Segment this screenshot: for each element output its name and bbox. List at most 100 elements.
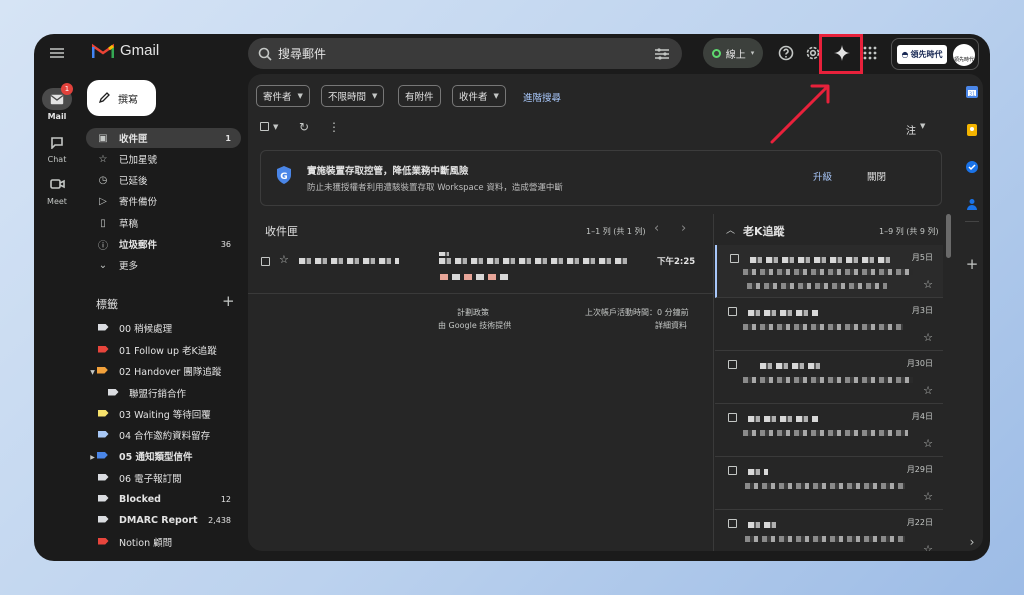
list-item[interactable]: 月3日 ☆ [715,298,943,351]
avatar[interactable]: 領先時代 [953,44,975,66]
program-policy-link[interactable]: 計劃政策 [457,307,489,318]
list-item[interactable]: 月22日 ☆ [715,510,943,551]
folder-count: 36 [220,239,231,249]
checkbox-icon[interactable] [730,254,739,263]
main-menu-icon[interactable] [46,44,68,62]
filter-chip-time[interactable]: 不限時間 ▼ [321,85,385,107]
rail-meet[interactable]: Meet [40,173,74,206]
input-tools-toggle[interactable]: 注 ▼ [906,122,925,137]
prev-page-icon[interactable]: ‹ [654,221,659,236]
tasks-icon[interactable] [962,157,982,177]
search-icon[interactable] [258,47,272,61]
filter-chip-attachment[interactable]: 有附件 [398,85,441,107]
label-item[interactable]: Notion 顧問 [86,532,241,552]
label-item[interactable]: 聯盟行銷合作 [86,383,241,403]
label-item[interactable]: 06 電子報訂閱 [86,468,241,488]
list-item[interactable]: 月4日 ☆ [715,404,943,457]
search-bar[interactable]: 搜尋郵件 [248,38,682,69]
label-tag-icon [107,388,119,396]
folder-sent[interactable]: ▷ 寄件備份 [86,191,241,211]
close-banner-button[interactable]: 關閉 [867,169,886,183]
apps-grid-icon[interactable] [859,42,881,64]
folder-drafts[interactable]: ▯ 草稿 [86,213,241,233]
star-icon[interactable]: ☆ [923,543,933,551]
search-input[interactable]: 搜尋郵件 [278,45,654,62]
chevron-down-icon: ▼ [273,122,279,131]
promo-banner: G 實施裝置存取控管，降低業務中斷風險 防止未獲授權者利用遭駭裝置存取 Work… [260,150,942,206]
folder-inbox[interactable]: ▣ 收件匣 1 [86,128,241,148]
folder-starred[interactable]: ☆ 已加星號 [86,149,241,169]
list-item[interactable]: ☆ 下午2:25 [248,249,713,294]
add-label-icon[interactable]: + [222,292,235,310]
help-icon[interactable] [775,42,797,64]
label-text: 01 Follow up 老K追蹤 [119,346,217,357]
redacted-text [748,416,818,422]
label-item[interactable]: ▼ 02 Handover 團隊追蹤 [86,361,241,381]
label-item[interactable]: 04 合作邀約資料留存 [86,425,241,445]
checkbox-icon[interactable] [728,519,737,528]
label-item[interactable]: DMARC Report 2,438 [86,510,241,530]
contacts-icon[interactable] [962,194,982,214]
redacted-text [743,430,908,436]
filter-chip-from[interactable]: 寄件者 ▼ [256,85,310,107]
search-options-icon[interactable] [654,47,670,61]
rail-mail[interactable]: 1 Mail [40,83,74,121]
label-tag-icon [96,366,108,374]
list-item[interactable]: 月5日 ☆ [715,245,943,298]
label-item[interactable]: ▶ 05 通知類型信件 [86,446,241,466]
redacted-sender [299,258,399,264]
keep-icon[interactable] [962,120,982,140]
calendar-icon[interactable]: 31 [962,82,982,102]
add-addon-icon[interactable]: + [962,254,982,274]
next-page-icon[interactable]: › [681,221,686,236]
label-text: 04 合作邀約資料留存 [119,431,211,442]
list-item[interactable]: 月30日 ☆ [715,351,943,404]
label-text: 02 Handover 團隊追蹤 [119,367,222,378]
star-icon[interactable]: ☆ [923,490,933,503]
rail-divider [965,221,979,222]
checkbox-icon[interactable] [728,307,737,316]
star-icon[interactable]: ☆ [279,253,289,266]
checkbox-icon[interactable] [261,257,270,266]
label-item[interactable]: 00 稍候處理 [86,318,241,338]
scrollbar[interactable] [946,214,951,258]
status-selector[interactable]: 線上 ▾ [703,38,763,68]
checkbox-icon[interactable] [728,466,737,475]
details-link[interactable]: 詳細資料 [655,320,687,331]
more-vert-icon[interactable]: ⋮ [328,120,340,134]
expand-panel-icon[interactable]: › [962,532,982,552]
label-tag-icon [96,451,108,459]
filter-chip-to[interactable]: 收件者 ▼ [452,85,506,107]
upgrade-button[interactable]: 升級 [813,169,832,183]
label-item[interactable]: 01 Follow up 老K追蹤 [86,340,241,360]
label-item[interactable]: 03 Waiting 等待回覆 [86,404,241,424]
org-mark-icon: ◓ [901,50,909,59]
org-name: 領先時代 [910,50,943,59]
star-icon[interactable]: ☆ [923,331,933,344]
expand-caret-icon[interactable]: ▼ [90,369,95,376]
folder-snoozed[interactable]: ◷ 已延後 [86,170,241,190]
folder-spam[interactable]: ⓘ 垃圾郵件 36 [86,234,241,254]
star-icon[interactable]: ☆ [923,278,933,291]
list-item[interactable]: 月29日 ☆ [715,457,943,510]
redacted-text [745,483,905,489]
powered-by-text: 由 Google 技術提供 [438,321,512,330]
expand-caret-icon[interactable]: ▶ [90,454,95,461]
label-item[interactable]: Blocked 12 [86,489,241,509]
checkbox-icon[interactable] [728,413,737,422]
rail-chat[interactable]: Chat [40,131,74,164]
select-all-checkbox[interactable]: ▼ [260,122,278,131]
star-icon[interactable]: ☆ [923,384,933,397]
folder-more[interactable]: ⌄ 更多 [86,255,241,275]
folder-label: 寄件備份 [119,197,158,208]
advanced-search-link[interactable]: 進階搜尋 [523,90,561,104]
checkbox-icon[interactable] [728,360,737,369]
collapse-caret-icon[interactable]: ︿ [726,223,735,236]
annotation-arrow [770,84,830,144]
compose-button[interactable]: 撰寫 [87,80,156,116]
star-icon[interactable]: ☆ [923,437,933,450]
account-switcher[interactable]: ◓ 領先時代 領先時代 [891,38,979,70]
refresh-icon[interactable]: ↻ [299,120,309,134]
gmail-logo[interactable]: Gmail [92,42,159,59]
label-text: 03 Waiting 等待回覆 [119,410,211,421]
